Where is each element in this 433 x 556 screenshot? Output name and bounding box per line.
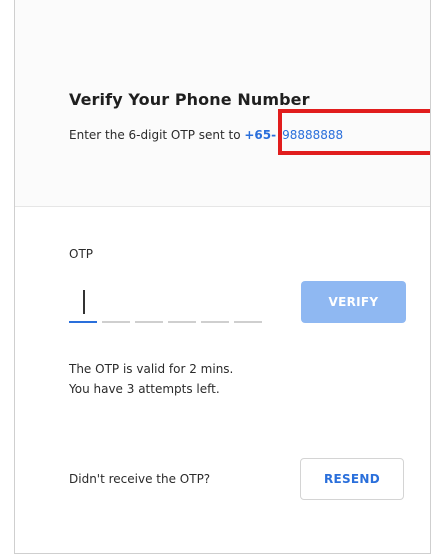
verification-header: Verify Your Phone Number Enter the 6-dig… <box>15 0 430 207</box>
otp-validity-text: The OTP is valid for 2 mins. <box>69 362 234 376</box>
otp-input[interactable] <box>69 280 266 324</box>
resend-button[interactable]: RESEND <box>300 458 404 500</box>
phone-number-highlight-box <box>278 109 430 155</box>
resend-question: Didn't receive the OTP? <box>69 472 211 486</box>
otp-verification-card: Verify Your Phone Number Enter the 6-dig… <box>14 0 431 554</box>
otp-sent-text: Enter the 6-digit OTP sent to <box>69 128 245 142</box>
otp-label: OTP <box>69 247 94 261</box>
otp-info: The OTP is valid for 2 mins. You have 3 … <box>69 359 233 399</box>
country-code: +65- <box>244 128 277 142</box>
verify-button[interactable]: VERIFY <box>301 281 406 323</box>
otp-attempts-text: You have 3 attempts left. <box>69 382 220 396</box>
page-title: Verify Your Phone Number <box>69 90 310 109</box>
